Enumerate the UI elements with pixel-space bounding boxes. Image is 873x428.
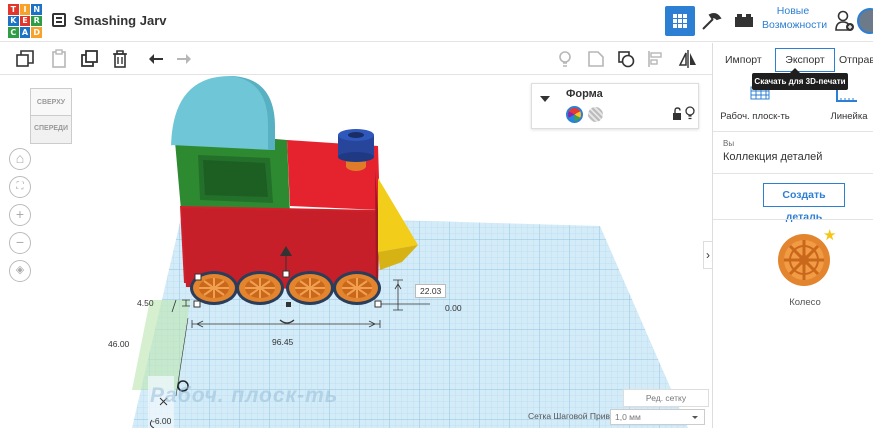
solid-color-icon[interactable] bbox=[566, 106, 583, 123]
shape-inspector-title: Форма bbox=[566, 88, 603, 100]
undo-icon[interactable] bbox=[146, 49, 166, 69]
add-user-icon[interactable] bbox=[834, 10, 854, 32]
new-features-line2: Возможности bbox=[762, 19, 828, 31]
divider bbox=[713, 219, 873, 220]
view-cube-top[interactable]: СВЕРХУ bbox=[30, 88, 72, 116]
top-bar: T I N K E R C A D Smashing Jarv Новые Во… bbox=[0, 0, 873, 42]
logo-letter: E bbox=[19, 15, 31, 27]
tinkercad-logo[interactable]: T I N K E R C A D bbox=[8, 4, 42, 38]
length-value[interactable]: 96.45 bbox=[272, 337, 293, 347]
edit-grid-button[interactable]: Ред. сетку bbox=[623, 389, 709, 407]
view-cube-front[interactable]: СПЕРЕДИ bbox=[30, 116, 72, 144]
copy-icon[interactable] bbox=[15, 49, 35, 69]
send-to-button[interactable]: Отправи bbox=[839, 50, 873, 70]
workplane-watermark: Рабоч. плоск-ть bbox=[150, 384, 339, 407]
train-wedge[interactable] bbox=[378, 178, 418, 252]
paste-icon[interactable] bbox=[49, 49, 69, 69]
bricks-view-icon[interactable] bbox=[734, 13, 754, 27]
group-icon[interactable] bbox=[586, 49, 606, 69]
redo-icon[interactable] bbox=[174, 49, 194, 69]
logo-letter: K bbox=[8, 15, 19, 27]
elevation-value[interactable]: 0.00 bbox=[445, 303, 462, 313]
divider bbox=[713, 131, 873, 132]
logo-letter: A bbox=[19, 27, 31, 38]
origin-offset-value[interactable]: -6.00 bbox=[152, 416, 171, 426]
edit-toolbar bbox=[0, 43, 712, 75]
mirror-icon[interactable] bbox=[678, 49, 698, 69]
3d-design-view-button[interactable] bbox=[665, 6, 695, 36]
shape-inspector: Форма bbox=[531, 83, 699, 129]
zoom-out-icon[interactable]: − bbox=[9, 232, 31, 254]
tinkercad-app: T I N K E R C A D Smashing Jarv Новые Во… bbox=[0, 0, 873, 428]
hole-icon[interactable] bbox=[588, 107, 603, 122]
create-part-button[interactable]: Создать деталь bbox=[763, 183, 845, 223]
logo-letter: N bbox=[31, 4, 42, 15]
zoom-in-icon[interactable]: + bbox=[9, 204, 31, 226]
unlock-icon[interactable] bbox=[672, 107, 682, 121]
logo-letter: D bbox=[31, 27, 42, 38]
part-name-label[interactable]: Колесо bbox=[765, 297, 845, 308]
height-value[interactable]: 22.03 bbox=[415, 284, 447, 298]
design-list-icon[interactable] bbox=[52, 13, 66, 27]
collection-owner-label: Вы bbox=[723, 139, 735, 148]
visibility-bulb-icon[interactable] bbox=[685, 106, 695, 120]
height-offset-value[interactable]: 4.50 bbox=[137, 298, 154, 308]
snap-grid-select[interactable]: 1,0 мм bbox=[610, 409, 705, 425]
logo-letter: T bbox=[8, 4, 19, 15]
logo-letter: C bbox=[8, 27, 19, 38]
delete-icon[interactable] bbox=[110, 49, 130, 69]
blocks-view-icon[interactable] bbox=[700, 10, 722, 32]
duplicate-icon[interactable] bbox=[80, 49, 100, 69]
collapse-inspector-icon[interactable] bbox=[540, 96, 550, 102]
fit-view-icon[interactable]: ⛶ bbox=[9, 176, 31, 198]
ruler-tool-label[interactable]: Линейка bbox=[819, 111, 873, 122]
bulb-icon[interactable] bbox=[555, 49, 575, 69]
right-panel: Импорт Экспорт Отправи Рабоч. плоск-ть Л… bbox=[712, 43, 873, 428]
user-avatar[interactable] bbox=[857, 8, 873, 34]
export-tooltip: Скачать для 3D-печати bbox=[752, 68, 848, 90]
home-view-icon[interactable]: ⌂ bbox=[9, 148, 31, 170]
divider bbox=[713, 173, 873, 174]
workplane-tool-label[interactable]: Рабоч. плоск-ть bbox=[715, 111, 795, 122]
view-cube[interactable]: СВЕРХУ СПЕРЕДИ bbox=[30, 88, 72, 148]
document-title[interactable]: Smashing Jarv bbox=[74, 13, 167, 28]
align-icon[interactable] bbox=[645, 49, 665, 69]
new-features-line1: Новые bbox=[776, 5, 810, 17]
collection-selector[interactable]: Коллекция деталей bbox=[723, 151, 822, 163]
export-button[interactable]: Экспорт bbox=[775, 48, 835, 72]
new-features-link[interactable]: Новые Возможности bbox=[762, 4, 828, 32]
ungroup-icon[interactable] bbox=[616, 49, 636, 69]
import-button[interactable]: Импорт bbox=[721, 50, 766, 70]
logo-letter: R bbox=[31, 15, 42, 27]
logo-letter: I bbox=[19, 4, 31, 15]
depth-value[interactable]: 46.00 bbox=[108, 339, 129, 349]
perspective-icon[interactable]: ◈ bbox=[9, 260, 31, 282]
favorite-star-icon[interactable]: ★ bbox=[823, 226, 836, 244]
